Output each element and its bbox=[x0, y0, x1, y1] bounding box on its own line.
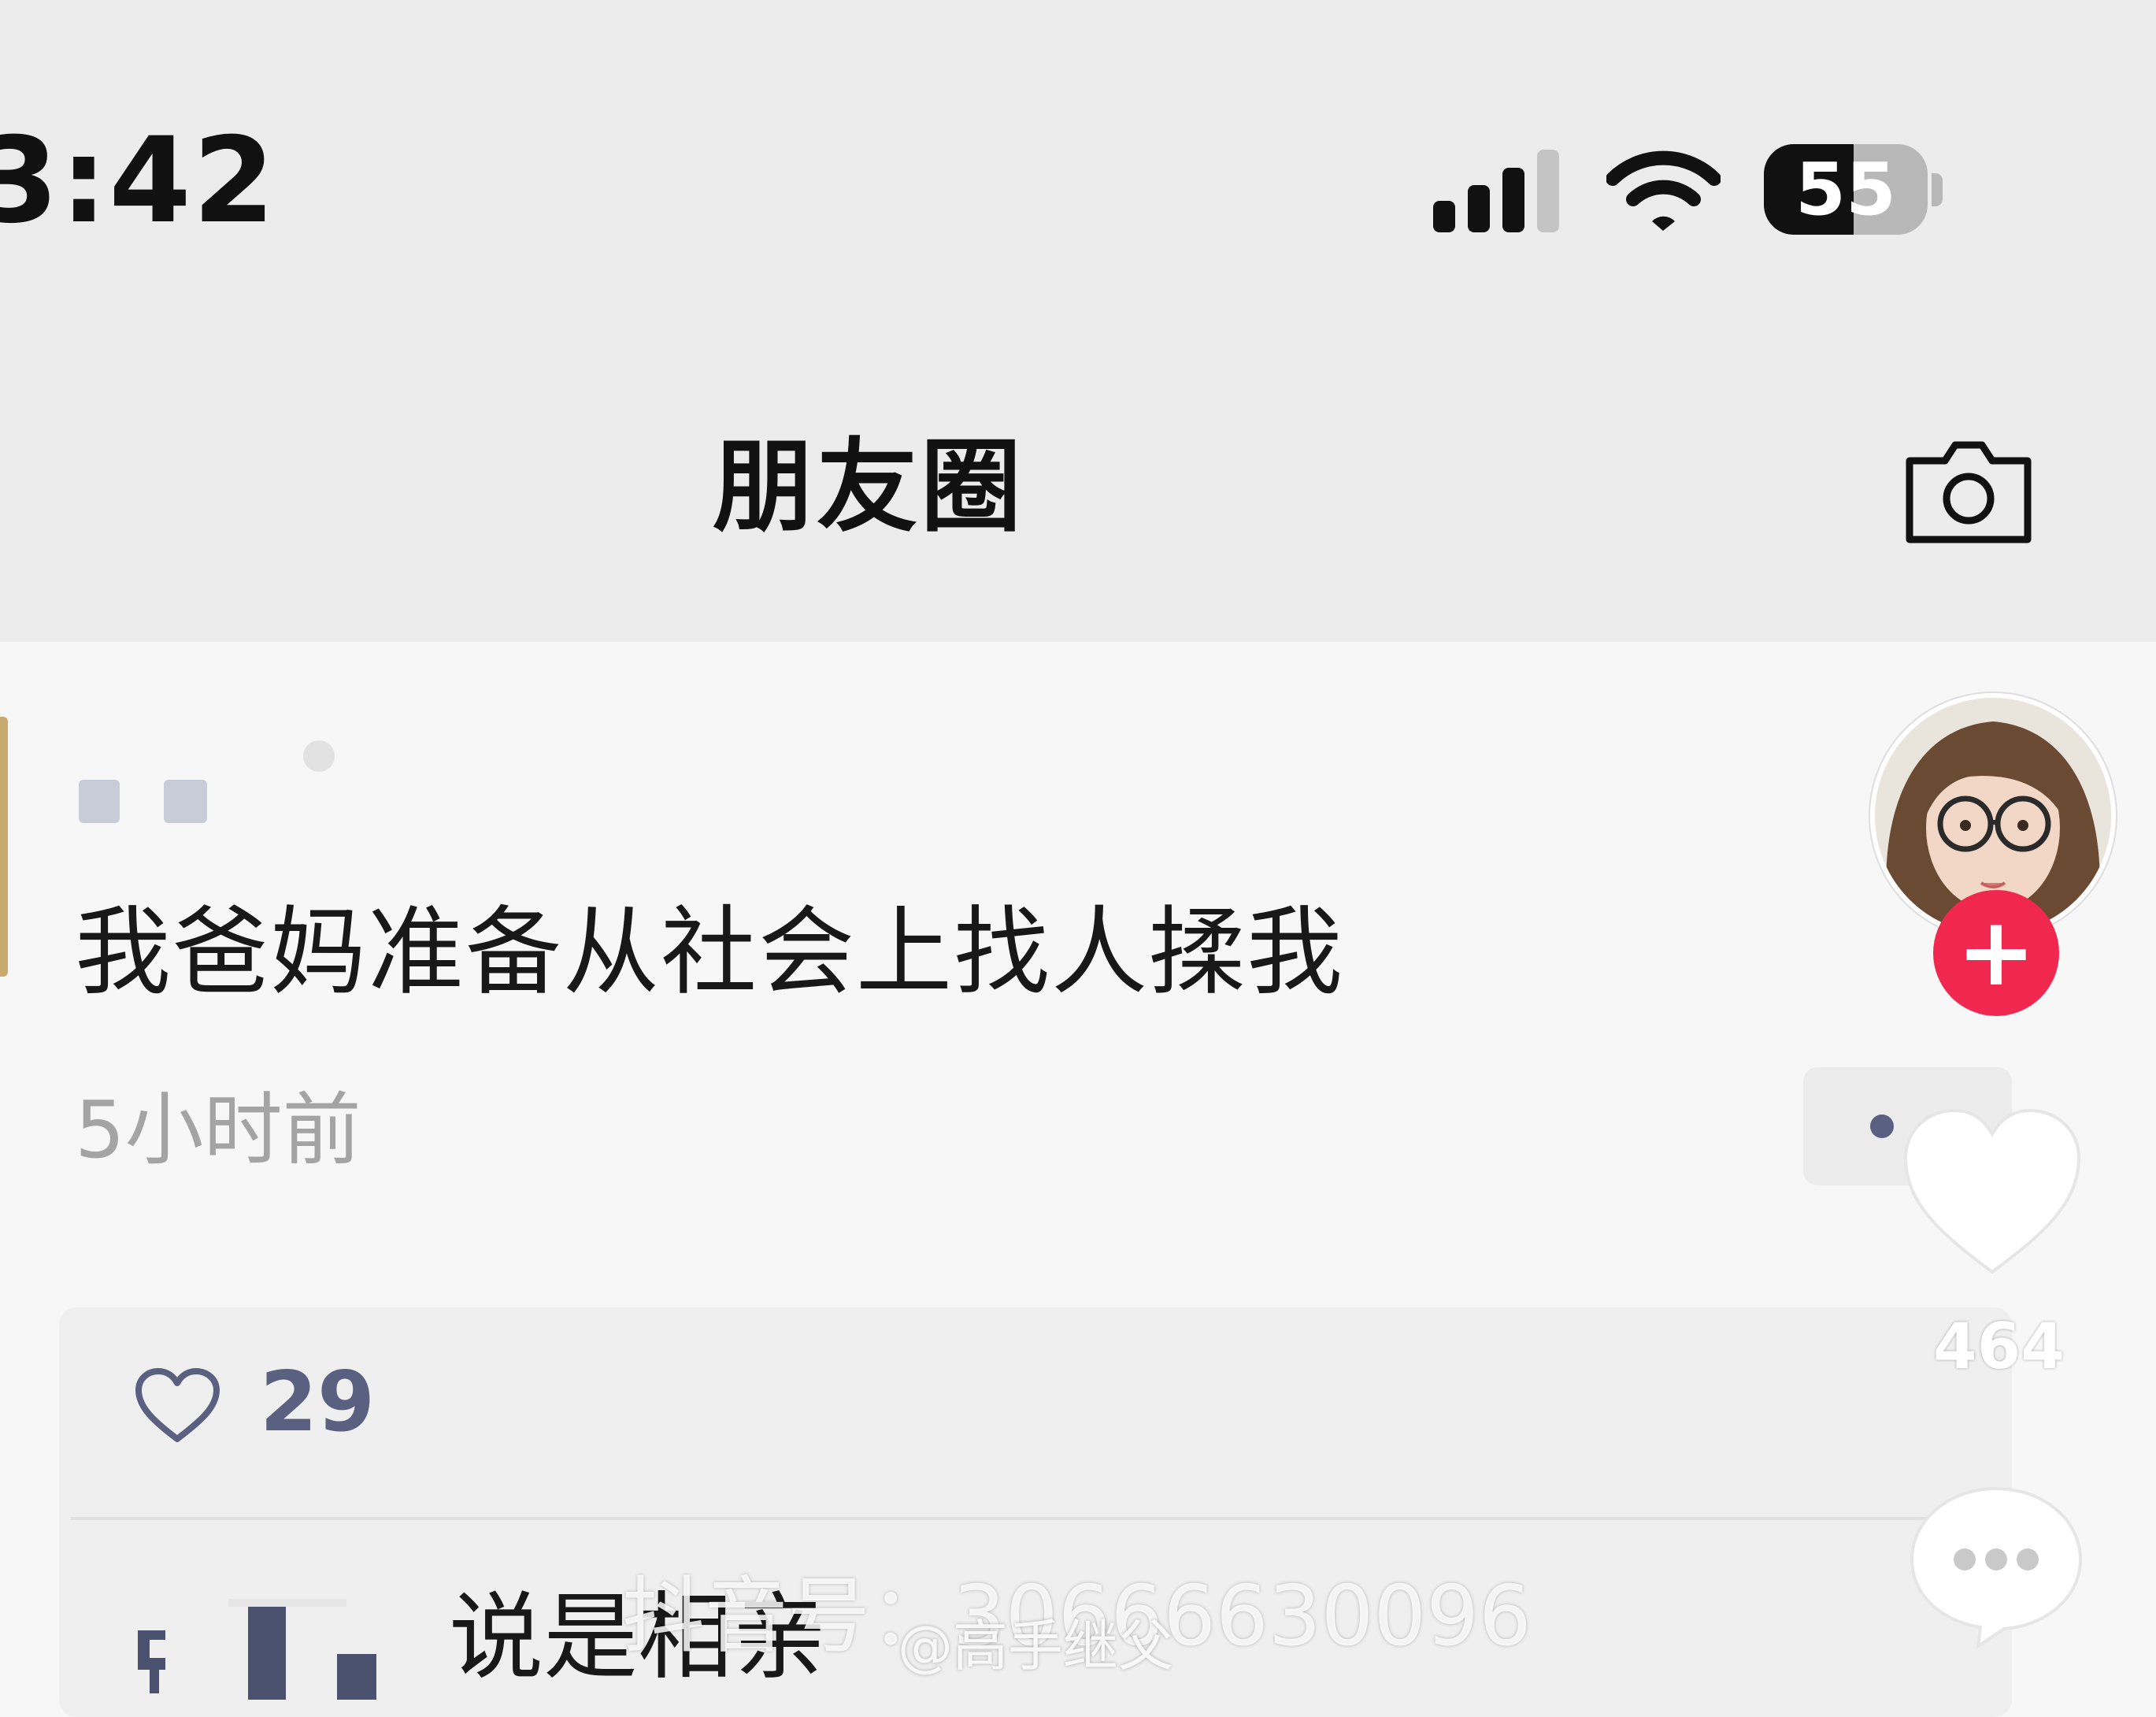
heart-icon[interactable] bbox=[1898, 1103, 2087, 1280]
weibo-watermark: @高手继父 bbox=[898, 1614, 1173, 1678]
signal-icon bbox=[1433, 150, 1559, 232]
commenter-avatar-redacted bbox=[138, 1599, 376, 1700]
battery-nub bbox=[1932, 173, 1943, 206]
post-text: 我爸妈准备从社会上找人揉我 bbox=[75, 896, 1344, 1008]
plus-icon: + bbox=[1956, 898, 2036, 1007]
top-bar bbox=[0, 0, 2156, 642]
left-edge-strip bbox=[0, 717, 8, 977]
camera-icon[interactable] bbox=[1902, 437, 2036, 547]
comment-bubble-icon[interactable] bbox=[1906, 1481, 2087, 1650]
page-title: 朋友圈 bbox=[713, 428, 1025, 546]
post-timestamp: 5小时前 bbox=[75, 1084, 361, 1176]
blur-spot bbox=[303, 740, 335, 772]
wifi-icon bbox=[1606, 150, 1721, 231]
follow-plus-button[interactable]: + bbox=[1933, 890, 2059, 1016]
divider bbox=[71, 1517, 2000, 1520]
battery-icon: 55 bbox=[1764, 144, 1928, 235]
likes-count: 29 bbox=[260, 1354, 376, 1450]
username-redacted bbox=[79, 780, 213, 827]
heart-outline-icon[interactable] bbox=[132, 1367, 223, 1445]
battery-level: 55 bbox=[1795, 147, 1897, 232]
status-time: 3:42 bbox=[0, 113, 277, 250]
like-total-count: 464 bbox=[1933, 1310, 2065, 1383]
